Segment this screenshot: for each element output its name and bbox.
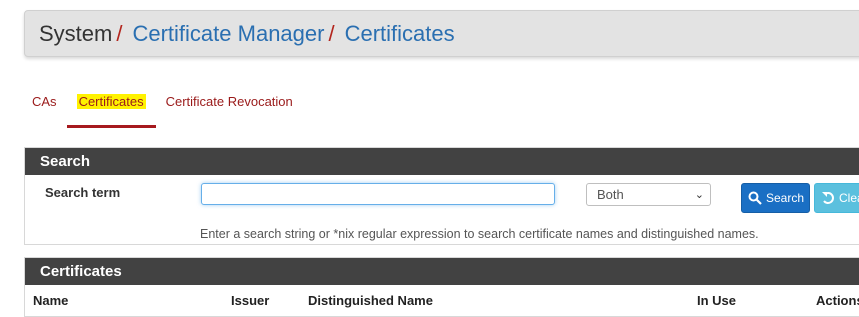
- search-scope-select[interactable]: Both ⌄: [586, 183, 711, 206]
- tab-bar: CAs Certificates Certificate Revocation: [22, 84, 303, 128]
- search-term-label: Search term: [45, 185, 121, 200]
- tab-label: Certificates: [76, 94, 146, 109]
- breadcrumb-link-certificates[interactable]: Certificates: [345, 21, 455, 47]
- breadcrumb-separator: /: [328, 20, 335, 46]
- tab-cas[interactable]: CAs: [22, 84, 67, 128]
- column-header-issuer[interactable]: Issuer: [231, 293, 269, 308]
- breadcrumb-root: System: [39, 20, 113, 46]
- undo-icon: [821, 191, 835, 205]
- search-button[interactable]: Search: [741, 183, 810, 213]
- tab-label: Certificate Revocation: [165, 94, 293, 109]
- search-scope-value: Both: [597, 187, 624, 202]
- search-panel-heading: Search: [25, 148, 859, 175]
- search-button-label: Search: [766, 191, 805, 205]
- breadcrumb-link-certificate-manager[interactable]: Certificate Manager: [132, 21, 324, 47]
- column-header-name[interactable]: Name: [33, 293, 68, 308]
- clear-button[interactable]: Clear: [814, 183, 859, 213]
- tab-label: CAs: [32, 94, 57, 109]
- search-icon: [748, 191, 762, 205]
- column-header-in-use[interactable]: In Use: [697, 293, 736, 308]
- tab-certificate-revocation[interactable]: Certificate Revocation: [156, 84, 303, 128]
- search-input[interactable]: [201, 183, 555, 205]
- breadcrumb-separator: /: [116, 20, 123, 46]
- chevron-down-icon: ⌄: [694, 189, 704, 201]
- tab-certificates[interactable]: Certificates: [66, 84, 156, 128]
- certificates-panel: Certificates Name Issuer Distinguished N…: [24, 257, 859, 317]
- search-help-text: Enter a search string or *nix regular ex…: [200, 227, 759, 241]
- column-header-actions: Actions: [816, 293, 859, 308]
- breadcrumb: System / Certificate Manager / Certifica…: [24, 10, 859, 57]
- search-panel: Search Search term Both ⌄ Search Clear E…: [24, 147, 859, 245]
- certificates-panel-heading: Certificates: [25, 258, 859, 285]
- column-header-distinguished-name[interactable]: Distinguished Name: [308, 293, 433, 308]
- clear-button-label: Clear: [839, 191, 859, 205]
